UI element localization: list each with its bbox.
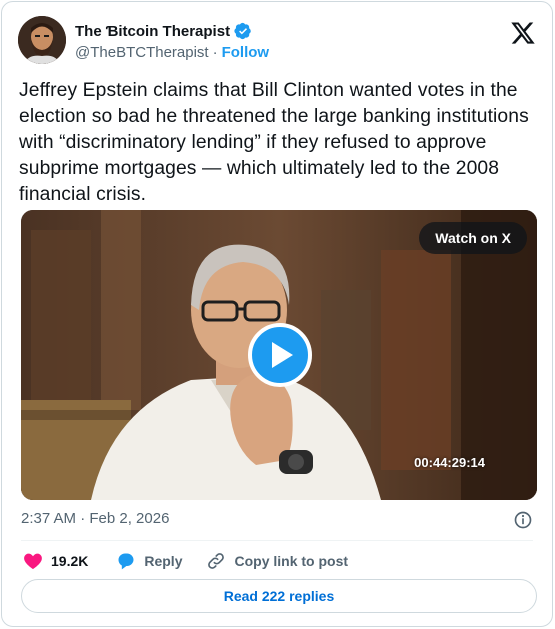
post-header: The Ɓitcoin Therapist @TheBTCTherapist ·… [18, 16, 536, 68]
play-icon [272, 342, 293, 368]
verified-badge-icon [234, 22, 251, 40]
info-icon[interactable] [513, 510, 533, 530]
heart-icon [24, 553, 42, 569]
watch-on-x-button[interactable]: Watch on X [419, 222, 527, 254]
post-datetime[interactable]: 2:37 AM · Feb 2, 2026 [21, 510, 169, 527]
post-meta: 2:37 AM · Feb 2, 2026 [21, 510, 533, 530]
follow-button[interactable]: Follow [222, 44, 270, 61]
reply-bubble-icon [118, 553, 134, 570]
copy-link-button[interactable]: Copy link to post [206, 551, 348, 571]
like-count: 19.2K [51, 553, 89, 569]
display-name[interactable]: The Ɓitcoin Therapist [75, 23, 230, 40]
author-handle[interactable]: @TheBTCTherapist [75, 44, 209, 61]
video-timestamp: 00:44:29:14 [414, 455, 485, 470]
action-bar: 19.2K Reply Copy link to post [23, 550, 348, 572]
x-logo-icon[interactable] [510, 20, 536, 46]
reply-label: Reply [144, 553, 183, 569]
read-replies-button[interactable]: Read 222 replies [21, 579, 537, 613]
avatar[interactable] [18, 16, 66, 64]
play-button[interactable] [248, 323, 312, 387]
like-button[interactable]: 19.2K [23, 551, 88, 571]
handle-separator: · [212, 44, 218, 61]
reply-button[interactable]: Reply [116, 551, 182, 571]
link-icon [208, 553, 225, 569]
video-player[interactable]: Watch on X 00:44:29:14 [21, 210, 537, 500]
copy-link-label: Copy link to post [234, 553, 349, 569]
avatar-image [18, 16, 66, 64]
divider [21, 540, 533, 541]
name-row: The Ɓitcoin Therapist [75, 22, 252, 40]
handle-row: @TheBTCTherapist · Follow [75, 44, 269, 61]
post-text: Jeffrey Epstein claims that Bill Clinton… [19, 80, 529, 205]
post-card: The Ɓitcoin Therapist @TheBTCTherapist ·… [1, 1, 553, 627]
